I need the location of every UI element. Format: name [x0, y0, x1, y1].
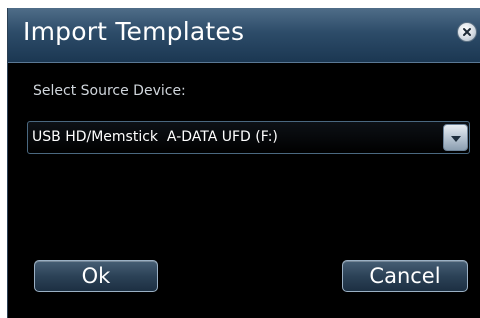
ok-button[interactable]: Ok — [34, 260, 158, 292]
title-bar: Import Templates — [8, 8, 480, 63]
close-icon — [462, 27, 472, 37]
dialog-title: Import Templates — [23, 17, 245, 46]
source-device-label: Select Source Device: — [33, 83, 186, 99]
cancel-button[interactable]: Cancel — [342, 260, 468, 292]
chevron-down-icon — [450, 128, 462, 147]
import-templates-dialog: Import Templates Select Source Device: U… — [7, 8, 480, 318]
source-device-select[interactable]: USB HD/Memstick A-DATA UFD (F:) — [27, 121, 470, 154]
source-device-value: USB HD/Memstick A-DATA UFD (F:) — [32, 129, 278, 145]
close-button[interactable] — [457, 22, 477, 42]
dropdown-arrow-button[interactable] — [443, 124, 468, 151]
